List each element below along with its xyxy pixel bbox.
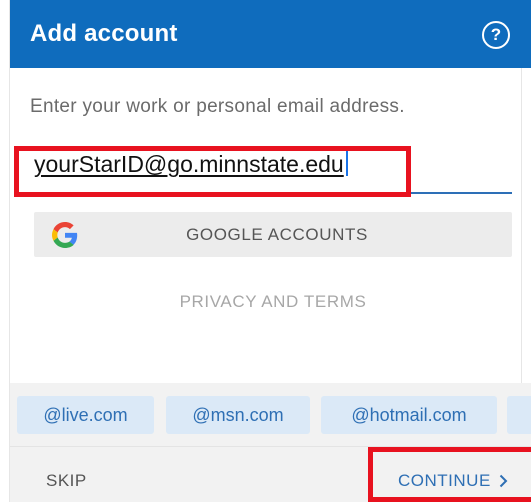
help-glyph: ? xyxy=(490,25,502,44)
email-input[interactable]: yourStarID@go.minnstate.edu xyxy=(30,146,512,194)
continue-label: CONTINUE xyxy=(398,471,491,490)
privacy-and-terms-link[interactable]: PRIVACY AND TERMS xyxy=(0,292,531,312)
google-accounts-label: GOOGLE ACCOUNTS xyxy=(186,224,368,244)
domain-chip-partial[interactable] xyxy=(507,396,531,434)
dialog-header: Add account xyxy=(10,0,531,68)
help-icon[interactable]: ? xyxy=(482,21,510,49)
domain-chip-hotmail[interactable]: @hotmail.com xyxy=(321,396,497,434)
dialog-footer: SKIP CONTINUE xyxy=(10,446,531,502)
skip-button[interactable]: SKIP xyxy=(46,471,87,491)
left-edge xyxy=(0,0,10,502)
email-value: yourStarID@go.minnstate.edu xyxy=(34,151,344,177)
domain-chip-live[interactable]: @live.com xyxy=(17,396,154,434)
domain-chip-msn[interactable]: @msn.com xyxy=(166,396,310,434)
domain-suggestion-strip: @live.com @msn.com @hotmail.com xyxy=(10,383,531,446)
text-cursor xyxy=(345,150,348,176)
page-title: Add account xyxy=(30,20,178,47)
google-accounts-button[interactable]: GOOGLE ACCOUNTS xyxy=(34,212,512,257)
continue-button[interactable]: CONTINUE xyxy=(398,471,508,491)
chevron-right-icon xyxy=(499,474,508,488)
email-prompt: Enter your work or personal email addres… xyxy=(30,96,405,117)
google-g-icon xyxy=(52,222,78,248)
add-account-dialog: Add account ? Enter your work or persona… xyxy=(0,0,531,502)
